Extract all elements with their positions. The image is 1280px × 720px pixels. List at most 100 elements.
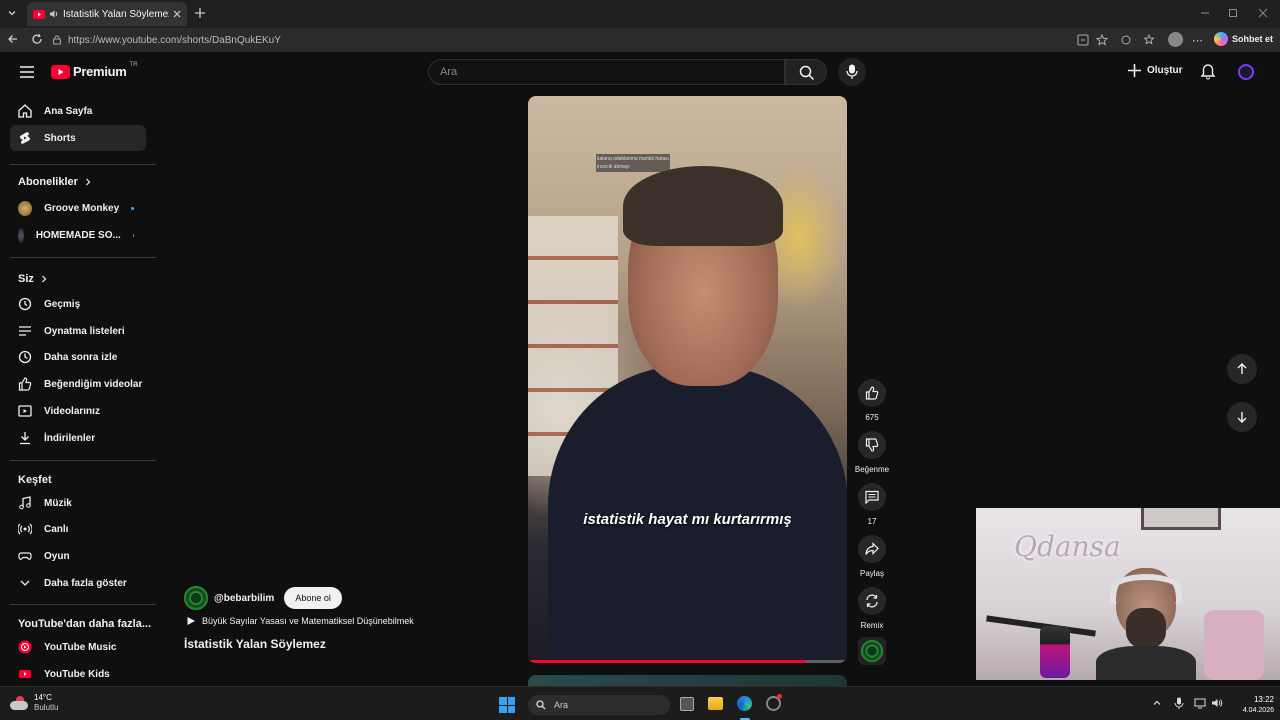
search-icon [799,65,815,81]
back-icon[interactable] [7,33,19,45]
you-heading[interactable]: Siz [18,273,48,285]
clock-time: 13:22 [1253,695,1274,704]
youtube-header: Premium TR Ara Oluştur [0,52,1280,92]
task-view-icon[interactable] [680,697,694,711]
sidebar-item-watch-later[interactable]: Daha sonra izle [10,344,146,370]
section-title: Abonelikler [18,176,78,188]
clock[interactable]: 13:22 4.04.2026 [1226,694,1274,716]
sidebar-item-show-more[interactable]: Daha fazla göster [10,570,146,596]
home-icon [18,104,32,118]
sidebar-item-label: Oynatma listeleri [44,325,125,337]
taskbar-search[interactable]: Ara [528,695,670,715]
search-button[interactable] [785,59,827,85]
favorite-star-icon[interactable] [1096,34,1108,46]
reload-icon[interactable] [31,33,43,45]
edge-browser-icon[interactable] [737,696,752,711]
sidebar-item-youtube-kids[interactable]: YouTube Kids [10,661,146,687]
download-icon [20,432,30,445]
maximize-button[interactable] [1226,6,1240,20]
site-info-icon[interactable] [52,35,62,45]
extensions-icon[interactable] [1120,34,1132,46]
windows-taskbar: 14°C Bulutlu Ara 13:22 4.04.2026 [0,686,1280,720]
section-title: Siz [18,273,34,285]
section-title: Keşfet [18,474,52,486]
video-person-hair [623,166,783,246]
sidebar-item-your-videos[interactable]: Videolarınız [10,398,146,424]
url-field[interactable]: https://www.youtube.com/shorts/DaBnQukEK… [52,31,1107,49]
more-menu-icon[interactable]: ⋯ [1192,34,1203,47]
arrow-down-icon [1237,412,1247,423]
sidebar-item-label: Videolarınız [44,405,100,417]
sidebar-item-downloads[interactable]: İndirilenler [10,425,146,451]
favorites-icon[interactable] [1144,34,1156,46]
close-window-button[interactable] [1256,6,1270,20]
create-button[interactable]: Oluştur [1128,64,1183,77]
share-button[interactable] [858,535,886,563]
previous-short-button[interactable] [1227,354,1257,384]
video-icon [18,405,32,417]
search-input[interactable]: Ara [428,59,785,85]
sidebar-item-label: Geçmiş [44,298,81,310]
channel-handle[interactable]: @bebarbilim [214,593,274,604]
shorts-video-player[interactable]: kalana odaklanma mantık hatası incecik a… [528,96,847,663]
sidebar-item-liked-videos[interactable]: Beğendiğim videolar [10,371,146,397]
sidebar-item-youtube-music[interactable]: YouTube Music [10,634,146,660]
close-tab-icon[interactable] [173,10,187,18]
weather-widget[interactable]: 14°C Bulutlu [10,693,58,713]
hamburger-menu-icon[interactable] [20,66,34,78]
sidebar-item-shorts[interactable]: Shorts [10,125,146,151]
dislike-button[interactable] [858,431,886,459]
sidebar-item-home[interactable]: Ana Sayfa [10,98,146,124]
new-tab-icon[interactable] [194,7,206,19]
youtube-logo[interactable]: Premium TR [51,62,138,79]
account-avatar[interactable] [1238,64,1254,80]
microphone-tray-icon[interactable] [1174,697,1184,711]
sidebar-item-history[interactable]: Geçmiş [10,291,146,317]
weather-cloud-icon [10,696,28,710]
comment-icon [865,490,879,504]
sidebar-item-label: Daha sonra izle [44,351,118,363]
file-explorer-icon[interactable] [708,697,723,710]
notifications-bell-icon[interactable] [1201,64,1215,80]
channel-avatar[interactable] [184,586,208,610]
app-available-icon[interactable] [1077,34,1089,46]
history-icon [18,297,32,311]
tab-list-icon[interactable] [6,7,18,19]
network-icon[interactable] [1194,697,1206,711]
tray-overflow-chevron-icon[interactable] [1152,698,1162,710]
sound-avatar[interactable] [858,637,886,665]
sidebar-item-music[interactable]: Müzik [10,490,146,516]
audio-playing-icon[interactable] [49,9,59,19]
sidebar-item-groove-monkey[interactable]: Groove Monkey [10,195,146,221]
subscribe-button[interactable]: Abone ol [284,587,342,609]
video-progress-bar[interactable] [528,660,847,663]
browser-tab[interactable]: İstatistik Yalan Söylemez - Yo [27,2,187,26]
like-button[interactable] [858,379,886,407]
subscriptions-heading[interactable]: Abonelikler [18,176,92,188]
music-note-icon [19,496,31,510]
volume-icon[interactable] [1211,697,1223,711]
next-short-button[interactable] [1227,402,1257,432]
sidebar-item-label: Oyun [44,550,70,562]
comments-button[interactable] [858,483,886,511]
youtube-kids-icon [19,670,31,678]
playlist-link[interactable]: Büyük Sayılar Yasası ve Matematiksel Düş… [186,616,414,626]
voice-search-button[interactable] [838,58,866,86]
sidebar-item-playlists[interactable]: Oynatma listeleri [10,318,146,344]
sidebar-item-live[interactable]: Canlı [10,516,146,542]
section-title: YouTube'dan daha fazla... [18,618,151,630]
remix-button[interactable] [858,587,886,615]
gamepad-icon [18,552,32,560]
channel-logo-icon [861,640,883,662]
minimize-button[interactable] [1198,6,1212,20]
sidebar-item-label: Daha fazla göster [44,577,127,589]
start-button[interactable] [499,697,515,713]
chevron-right-icon [41,275,47,283]
share-label: Paylaş [859,569,884,578]
next-video-preview[interactable] [528,675,847,686]
sidebar-item-gaming[interactable]: Oyun [10,543,146,569]
profile-avatar[interactable] [1168,32,1183,47]
sidebar-item-homemade[interactable]: HOMEMADE SO... [10,222,146,248]
search-icon [536,700,546,710]
copilot-chat-button[interactable]: Sohbet et [1214,32,1273,46]
